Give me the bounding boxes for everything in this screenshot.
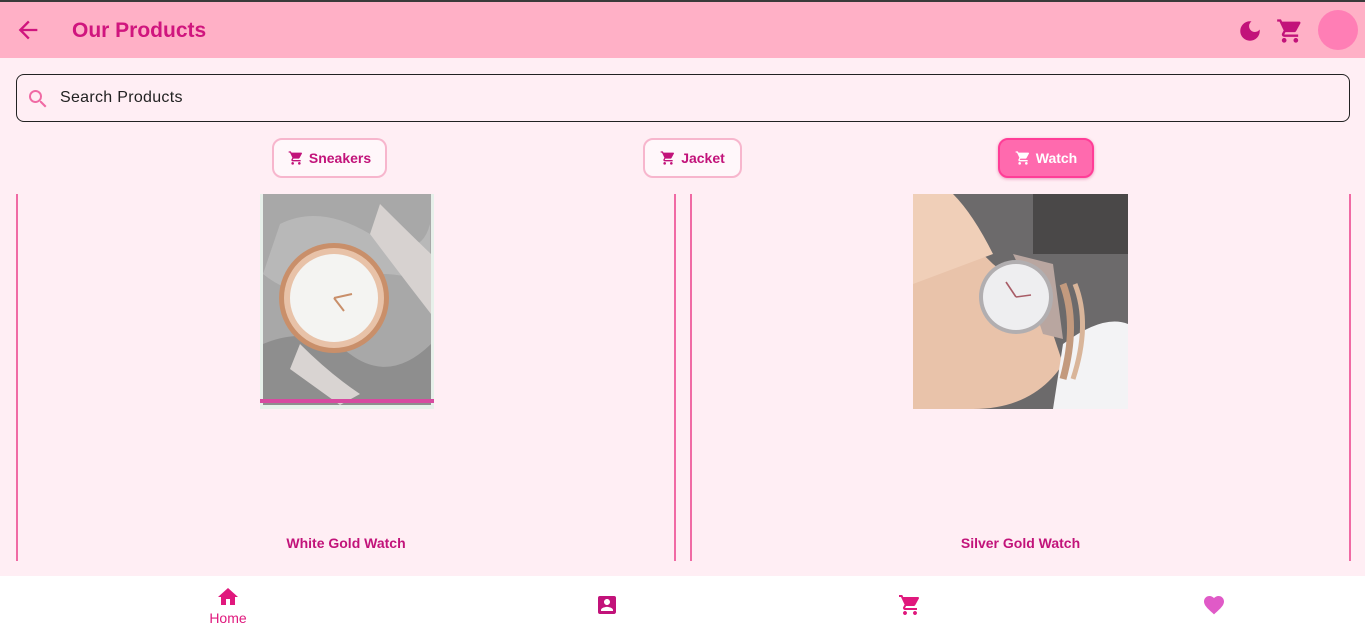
moon-icon[interactable] [1237,18,1263,44]
bottom-navigation: Home [0,576,1365,634]
search-input[interactable] [60,85,1330,111]
nav-item-favorites[interactable] [1194,576,1234,634]
cart-icon[interactable] [1276,17,1304,45]
category-chip-sneakers[interactable]: Sneakers [272,138,387,178]
app-bar: Our Products [0,2,1365,58]
category-chip-jacket[interactable]: Jacket [643,138,742,178]
nav-item-cart[interactable] [890,576,930,634]
nav-item-home[interactable]: Home [198,576,258,634]
product-image [913,194,1128,409]
profile-icon [598,596,616,614]
cart-icon [1015,151,1029,165]
nav-item-label: Home [209,609,247,626]
product-name: Silver Gold Watch [960,535,1081,551]
avatar[interactable] [1318,10,1358,50]
search-icon [26,87,50,111]
cart-icon [660,151,675,165]
cart-icon [288,151,302,165]
category-chip-label: Watch [1035,150,1078,166]
nav-item-profile[interactable] [587,576,627,634]
category-chip-label: Jacket [681,150,725,166]
home-icon [218,587,238,605]
arrow-left-icon[interactable] [14,16,42,44]
category-chip-label: Sneakers [308,150,372,166]
product-image [260,194,434,409]
page-title: Our Products [72,19,207,42]
product-card[interactable]: White Gold Watch [16,194,676,561]
heart-icon [1204,596,1224,615]
category-chip-watch[interactable]: Watch [998,138,1094,178]
product-name: White Gold Watch [286,535,406,551]
cart-icon [899,595,920,615]
product-card[interactable]: Silver Gold Watch [690,194,1351,561]
search-bar [16,74,1350,122]
